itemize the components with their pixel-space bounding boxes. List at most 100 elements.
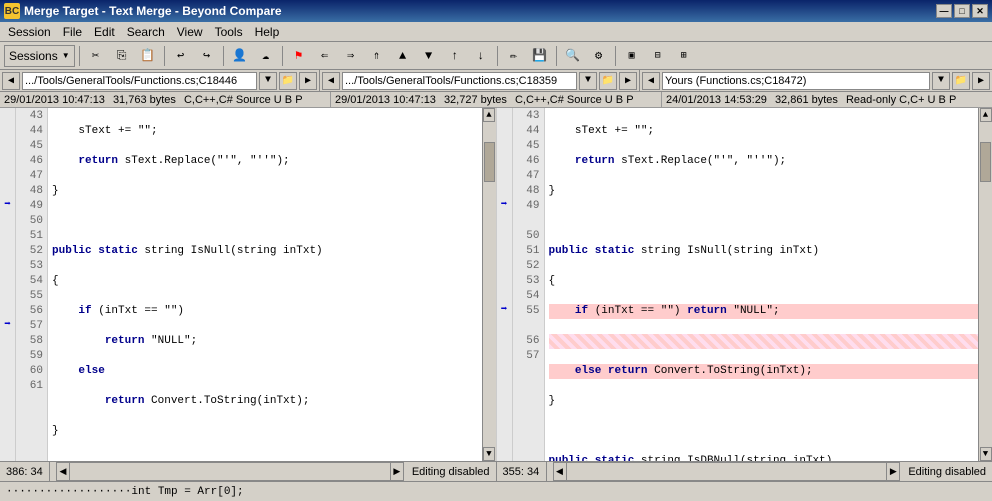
- edit-button[interactable]: ✏: [502, 45, 526, 67]
- settings-button[interactable]: ⚙: [587, 45, 611, 67]
- file-path-right[interactable]: [662, 72, 930, 90]
- file-nav-left-prev[interactable]: ◀: [2, 72, 20, 90]
- menu-file[interactable]: File: [57, 22, 88, 41]
- file-dropdown-right[interactable]: ▼: [932, 72, 950, 90]
- file-dropdown-mid[interactable]: ▼: [579, 72, 597, 90]
- code-left[interactable]: sText += ""; return sText.Replace("'", "…: [48, 108, 482, 461]
- scrollbar-up-left[interactable]: ▲: [483, 108, 495, 122]
- ln-57: 57: [16, 319, 43, 334]
- bottom-pos-right: 355: 34: [497, 462, 547, 481]
- ln-44: 44: [16, 124, 43, 139]
- file-browse-left[interactable]: 📁: [279, 72, 297, 90]
- file-nav-mid-prev[interactable]: ◀: [322, 72, 340, 90]
- file-browse-mid[interactable]: 📁: [599, 72, 617, 90]
- scrollbar-thumb-right[interactable]: [980, 142, 991, 182]
- rln-45: 45: [513, 139, 540, 154]
- paste-button[interactable]: 📋: [136, 45, 160, 67]
- ln-55: 55: [16, 289, 43, 304]
- maximize-button[interactable]: □: [954, 4, 970, 18]
- layout2-button[interactable]: ⊟: [646, 45, 670, 67]
- rmarker-47: [497, 168, 512, 183]
- edit-status-left: Editing disabled: [412, 466, 490, 478]
- rmarker-56b: [497, 333, 512, 348]
- menu-session[interactable]: Session: [2, 22, 57, 41]
- menu-view[interactable]: View: [171, 22, 209, 41]
- marker-52: [0, 243, 15, 258]
- rln-50: [513, 214, 540, 229]
- bottom-status-bar: 386: 34 ◀ ▶ Editing disabled 355: 34 ◀ ▶…: [0, 461, 992, 481]
- title-bar: BC Merge Target - Text Merge - Beyond Co…: [0, 0, 992, 22]
- editor-scroll-left[interactable]: ➡ ➡ 43 44 45 46 47 48 4: [0, 108, 496, 461]
- save-button[interactable]: 💾: [528, 45, 552, 67]
- toolbar: Sessions ✂ ⎘ 📋 ↩ ↪ 👤 ☁ ⚑ ⇐ ⇒ ⇑ ▲ ▼ ↑ ↓ ✏…: [0, 42, 992, 70]
- code-line-r52: [549, 424, 979, 439]
- copy-button[interactable]: ⎘: [110, 45, 134, 67]
- code-line-r46: [549, 214, 979, 229]
- line-numbers-right: 43 44 45 46 47 48 49 50 51 52 53 54 55 5…: [513, 108, 545, 461]
- sessions-dropdown[interactable]: Sessions: [4, 45, 75, 67]
- toolbar-separator-6: [556, 46, 557, 66]
- scrollbar-thumb-left[interactable]: [484, 142, 495, 182]
- scrollbar-down-left[interactable]: ▼: [483, 447, 495, 461]
- next-diff-button[interactable]: ▼: [417, 45, 441, 67]
- next-change-button[interactable]: ↓: [469, 45, 493, 67]
- rmarker-46: [497, 153, 512, 168]
- toolbar-separator-7: [615, 46, 616, 66]
- arrow-right-button[interactable]: ⇒: [339, 45, 363, 67]
- code-line-l43: sText += "";: [52, 124, 482, 139]
- undo-button[interactable]: ↩: [169, 45, 193, 67]
- file-dropdown-left[interactable]: ▼: [259, 72, 277, 90]
- prev-diff-button[interactable]: ▲: [391, 45, 415, 67]
- scrollbar-down-right[interactable]: ▼: [980, 447, 992, 461]
- layout1-button[interactable]: ▣: [620, 45, 644, 67]
- file-path-left[interactable]: [22, 72, 257, 90]
- scrollbar-v-left[interactable]: ▲ ▼: [482, 108, 496, 461]
- file-next-mid[interactable]: ▶: [619, 72, 637, 90]
- rln-46: 46: [513, 154, 540, 169]
- person-icon[interactable]: 👤: [228, 45, 252, 67]
- close-button[interactable]: ✕: [972, 4, 988, 18]
- menu-edit[interactable]: Edit: [88, 22, 121, 41]
- arrow-up-button[interactable]: ⇑: [365, 45, 389, 67]
- scrollbar-track-left: [483, 182, 496, 447]
- file-next-right[interactable]: ▶: [972, 72, 990, 90]
- code-line-r45: }: [549, 184, 979, 199]
- file-next-left[interactable]: ▶: [299, 72, 317, 90]
- layout3-button[interactable]: ⊞: [672, 45, 696, 67]
- file-path-middle[interactable]: [342, 72, 577, 90]
- redo-button[interactable]: ↪: [195, 45, 219, 67]
- menu-search[interactable]: Search: [121, 22, 171, 41]
- marker-48: [0, 183, 15, 198]
- scroll-h-left-track[interactable]: [70, 462, 390, 481]
- scroll-h-left-btn-right[interactable]: ▶: [390, 462, 404, 481]
- zoom-in-button[interactable]: 🔍: [561, 45, 585, 67]
- marker-49: ➡: [0, 198, 15, 213]
- marker-60: [0, 363, 15, 378]
- marker-46: [0, 153, 15, 168]
- cloud-icon[interactable]: ☁: [254, 45, 278, 67]
- prev-change-button[interactable]: ↑: [443, 45, 467, 67]
- ln-48: 48: [16, 184, 43, 199]
- menu-tools[interactable]: Tools: [209, 22, 249, 41]
- scroll-h-left-btn-left[interactable]: ◀: [56, 462, 70, 481]
- scrollbar-v-right[interactable]: ▲ ▼: [978, 108, 992, 461]
- rln-47: 47: [513, 169, 540, 184]
- flag-red-button[interactable]: ⚑: [287, 45, 311, 67]
- file-bars: ◀ ▼ 📁 ▶ ◀ ▼ 📁 ▶ ◀ ▼ 📁 ▶: [0, 70, 992, 92]
- minimize-button[interactable]: —: [936, 4, 952, 18]
- scroll-h-right-btn-right[interactable]: ▶: [886, 462, 900, 481]
- scrollbar-up-right[interactable]: ▲: [980, 108, 992, 122]
- editor-scroll-right[interactable]: ➡ ➡ 43 44 45 46 47 48 49: [497, 108, 992, 461]
- file-nav-right-prev[interactable]: ◀: [642, 72, 660, 90]
- cut-button[interactable]: ✂: [84, 45, 108, 67]
- arrow-left-button[interactable]: ⇐: [313, 45, 337, 67]
- rmarker-45: [497, 138, 512, 153]
- scroll-h-right-track[interactable]: [567, 462, 887, 481]
- menu-help[interactable]: Help: [249, 22, 286, 41]
- file-browse-right[interactable]: 📁: [952, 72, 970, 90]
- code-line-l53: }: [52, 424, 482, 439]
- code-right[interactable]: sText += ""; return sText.Replace("'", "…: [545, 108, 979, 461]
- scroll-h-right-btn-left[interactable]: ◀: [553, 462, 567, 481]
- code-line-l50: return "NULL";: [52, 334, 482, 349]
- ln-50: 50: [16, 214, 43, 229]
